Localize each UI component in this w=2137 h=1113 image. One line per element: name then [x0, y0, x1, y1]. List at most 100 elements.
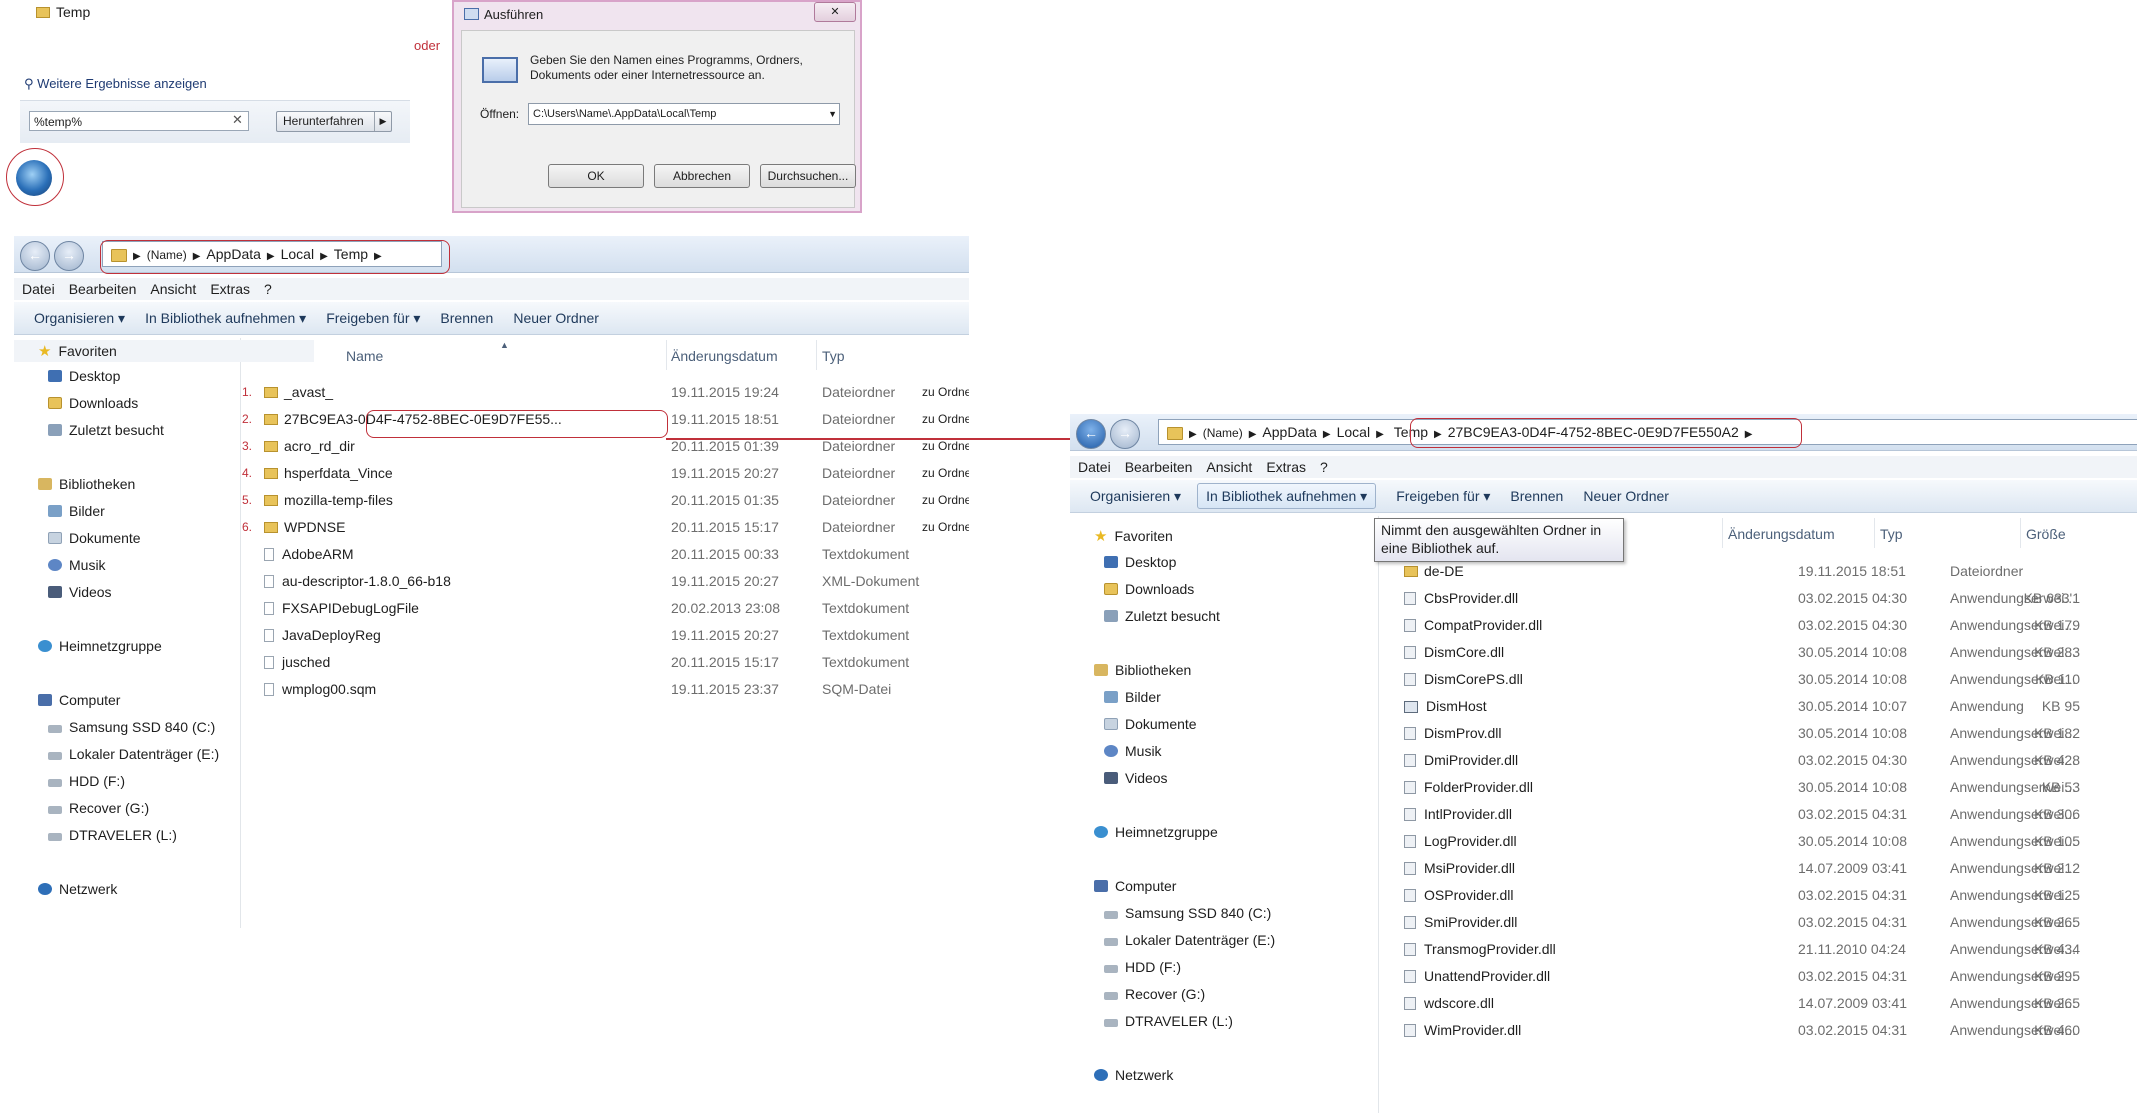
nav-network[interactable]: Netzwerk [1094, 1067, 1173, 1083]
column-header-date[interactable]: Änderungsdatum [671, 348, 778, 364]
nav-drive-e[interactable]: Lokaler Datenträger (E:) [1104, 932, 1275, 948]
share-with-button[interactable]: Freigeben für ▾ [1396, 488, 1490, 504]
file-row[interactable]: UnattendProvider.dll 03.02.2015 04:31 Anwe… [1380, 968, 2137, 988]
breadcrumb-item[interactable]: AppData [1262, 420, 1316, 444]
back-button[interactable]: ← [1076, 419, 1106, 449]
start-result-temp[interactable]: Temp [36, 4, 90, 20]
close-button[interactable]: ✕ [814, 2, 856, 22]
column-header-size[interactable]: Größe [2026, 526, 2066, 542]
file-row[interactable]: LogProvider.dll 30.05.2014 10:08 Anwendung… [1380, 833, 2137, 853]
nav-drive-f[interactable]: HDD (F:) [48, 773, 125, 789]
nav-downloads[interactable]: Downloads [48, 395, 138, 411]
nav-videos[interactable]: Videos [48, 584, 112, 600]
file-row[interactable]: CompatProvider.dll 03.02.2015 04:30 Anwend… [1380, 617, 2137, 637]
file-row[interactable]: SmiProvider.dll 03.02.2015 04:31 Anwendung… [1380, 914, 2137, 934]
menu-view[interactable]: Ansicht [150, 281, 196, 297]
file-row[interactable]: DismCore.dll 30.05.2014 10:08 Anwendungser… [1380, 644, 2137, 664]
file-row[interactable]: 6. WPDNSE 20.11.2015 15:17 Dateiordner zu Or… [242, 519, 969, 539]
burn-button[interactable]: Brennen [440, 310, 493, 326]
file-row[interactable]: 1. _avast_ 19.11.2015 19:24 Dateiordner zu O… [242, 384, 969, 404]
nav-documents[interactable]: Dokumente [48, 530, 141, 546]
forward-button[interactable]: → [1110, 419, 1140, 449]
menu-extras[interactable]: Extras [210, 281, 250, 297]
organize-button[interactable]: Organisieren ▾ [1090, 488, 1181, 504]
nav-favorites[interactable]: ★ Favoriten [38, 342, 117, 360]
file-row[interactable]: de-DE 19.11.2015 18:51 Dateiordner [1380, 563, 2137, 583]
menu-file[interactable]: Datei [22, 281, 55, 297]
back-button[interactable]: ← [20, 241, 50, 271]
nav-pictures[interactable]: Bilder [48, 503, 105, 519]
file-row[interactable]: jusched 20.11.2015 15:17 Textdokument [246, 654, 969, 674]
file-row[interactable]: JavaDeployReg 19.11.2015 20:27 Textdokumen… [246, 627, 969, 647]
chevron-right-icon[interactable]: ▶ [1189, 423, 1197, 447]
include-in-library-button[interactable]: In Bibliothek aufnehmen ▾ [1197, 483, 1377, 509]
burn-button[interactable]: Brennen [1510, 488, 1563, 504]
share-with-button[interactable]: Freigeben für ▾ [326, 310, 420, 326]
nav-pictures[interactable]: Bilder [1104, 689, 1161, 705]
browse-button[interactable]: Durchsuchen... [760, 164, 856, 188]
column-header-name[interactable]: Name [346, 348, 383, 364]
nav-drive-l[interactable]: DTRAVELER (L:) [1104, 1013, 1233, 1029]
file-row[interactable]: wdscore.dll 14.07.2009 03:41 Anwendungserw… [1380, 995, 2137, 1015]
nav-homegroup[interactable]: Heimnetzgruppe [1094, 824, 1218, 840]
chevron-right-icon[interactable]: ▶ [1249, 423, 1257, 447]
shutdown-button[interactable]: Herunterfahren ▶ [276, 111, 392, 132]
breadcrumb-item[interactable]: (Name) [1203, 421, 1243, 445]
nav-videos[interactable]: Videos [1104, 770, 1168, 786]
nav-downloads[interactable]: Downloads [1104, 581, 1194, 597]
open-combobox[interactable]: C:\Users\Name\.AppData\Local\Temp ▼ [528, 103, 840, 125]
nav-network[interactable]: Netzwerk [38, 881, 117, 897]
column-header-type[interactable]: Typ [822, 348, 845, 364]
nav-libraries[interactable]: Bibliotheken [38, 476, 135, 492]
nav-drive-c[interactable]: Samsung SSD 840 (C:) [48, 719, 215, 735]
cancel-button[interactable]: Abbrechen [654, 164, 750, 188]
file-row[interactable]: MsiProvider.dll 14.07.2009 03:41 Anwendung… [1380, 860, 2137, 880]
file-row[interactable]: CbsProvider.dll 03.02.2015 04:30 Anwendung… [1380, 590, 2137, 610]
menu-extras[interactable]: Extras [1266, 459, 1306, 475]
nav-drive-c[interactable]: Samsung SSD 840 (C:) [1104, 905, 1271, 921]
file-row[interactable]: DismHost 30.05.2014 10:07 Anwendung 95 KB [1380, 698, 2137, 718]
file-row[interactable]: 3. acro_rd_dir 20.11.2015 01:39 Dateiordner… [242, 438, 969, 458]
column-header-date[interactable]: Änderungsdatum [1728, 526, 1835, 542]
clear-search-icon[interactable]: ✕ [232, 112, 243, 128]
file-row[interactable]: FXSAPIDebugLogFile 20.02.2013 23:08 Textdo… [246, 600, 969, 620]
menu-help[interactable]: ? [1320, 459, 1328, 475]
nav-favorites[interactable]: ★ Favoriten [1094, 527, 1173, 545]
nav-computer[interactable]: Computer [38, 692, 120, 708]
chevron-right-icon[interactable]: ▶ [1323, 423, 1331, 447]
file-row[interactable]: 4. hsperfdata_Vince 19.11.2015 20:27 Dateio… [242, 465, 969, 485]
file-row[interactable]: TransmogProvider.dll 21.11.2010 04:24 Anwe… [1380, 941, 2137, 961]
organize-button[interactable]: Organisieren ▾ [34, 310, 125, 326]
file-row[interactable]: DismCorePS.dll 30.05.2014 10:08 Anwendungs… [1380, 671, 2137, 691]
menu-help[interactable]: ? [264, 281, 272, 297]
breadcrumb-item[interactable]: Local [1337, 420, 1370, 444]
nav-drive-e[interactable]: Lokaler Datenträger (E:) [48, 746, 219, 762]
nav-recent[interactable]: Zuletzt besucht [1104, 608, 1220, 624]
more-results-link[interactable]: ⚲ Weitere Ergebnisse anzeigen [24, 76, 207, 92]
file-row[interactable]: AdobeARM 20.11.2015 00:33 Textdokument [246, 546, 969, 566]
file-row[interactable]: WimProvider.dll 03.02.2015 04:31 Anwendung… [1380, 1022, 2137, 1042]
column-header-type[interactable]: Typ [1880, 526, 1903, 542]
file-row[interactable]: IntlProvider.dll 03.02.2015 04:31 Anwendun… [1380, 806, 2137, 826]
menu-edit[interactable]: Bearbeiten [1125, 459, 1193, 475]
chevron-right-icon[interactable]: ▶ [1376, 423, 1384, 447]
nav-computer[interactable]: Computer [1094, 878, 1176, 894]
file-row[interactable]: DmiProvider.dll 03.02.2015 04:30 Anwendung… [1380, 752, 2137, 772]
shutdown-options-arrow-icon[interactable]: ▶ [374, 112, 391, 131]
nav-homegroup[interactable]: Heimnetzgruppe [38, 638, 162, 654]
menu-view[interactable]: Ansicht [1206, 459, 1252, 475]
nav-drive-g[interactable]: Recover (G:) [48, 800, 149, 816]
nav-drive-l[interactable]: DTRAVELER (L:) [48, 827, 177, 843]
nav-recent[interactable]: Zuletzt besucht [48, 422, 164, 438]
nav-music[interactable]: Musik [1104, 743, 1162, 759]
file-row[interactable]: DismProv.dll 30.05.2014 10:08 Anwendungser… [1380, 725, 2137, 745]
include-in-library-button[interactable]: In Bibliothek aufnehmen ▾ [145, 310, 306, 326]
file-row[interactable]: au-descriptor-1.8.0_66-b18 19.11.2015 20:… [246, 573, 969, 593]
ok-button[interactable]: OK [548, 164, 644, 188]
file-row[interactable]: 5. mozilla-temp-files 20.11.2015 01:35 Date… [242, 492, 969, 512]
nav-drive-f[interactable]: HDD (F:) [1104, 959, 1181, 975]
nav-desktop[interactable]: Desktop [1104, 554, 1176, 570]
chevron-down-icon[interactable]: ▼ [828, 104, 837, 124]
menu-edit[interactable]: Bearbeiten [69, 281, 137, 297]
menu-file[interactable]: Datei [1078, 459, 1111, 475]
